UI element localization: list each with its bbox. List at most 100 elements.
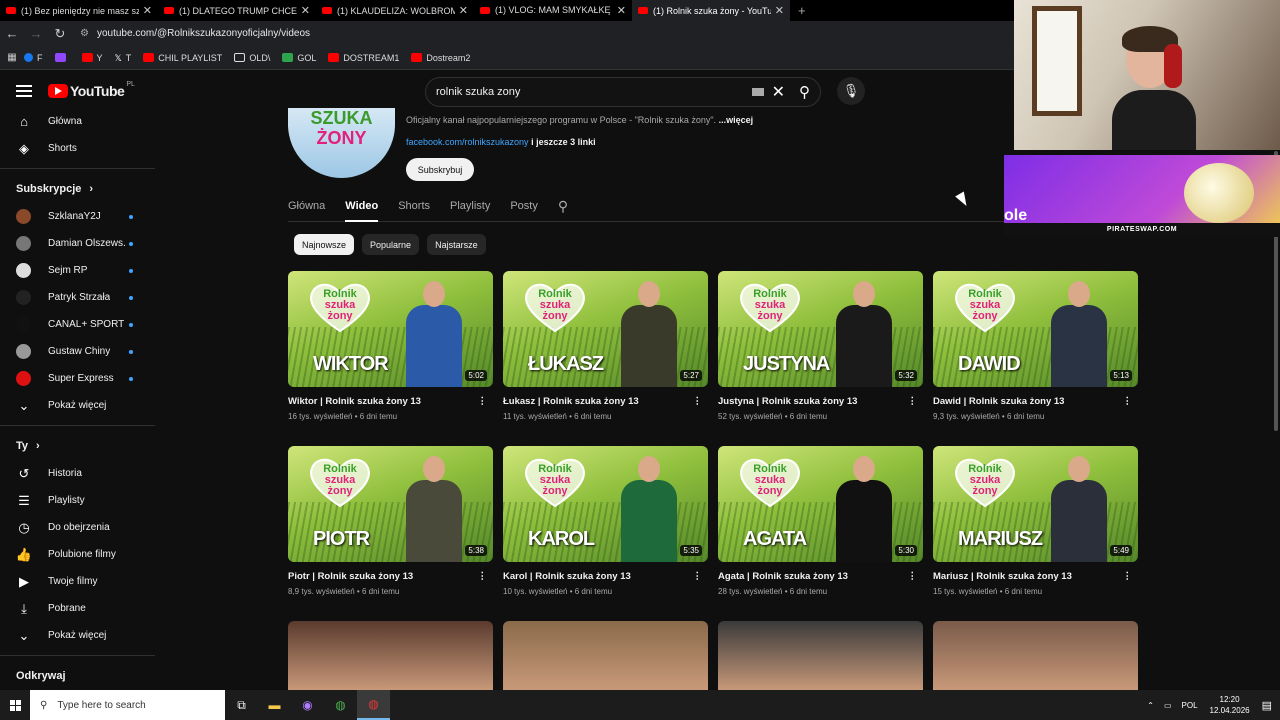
video-card[interactable]: Rolnik szuka żony AGATA 5:30 Agata | Rolnik s… [718, 446, 923, 596]
more-options-icon[interactable]: ⋮ [478, 571, 488, 582]
bookmark-facebook[interactable]: F [24, 53, 43, 63]
sort-chip[interactable]: Najstarsze [427, 234, 486, 255]
browser-tab[interactable]: (1) Rolnik szuka żony - YouTube ✕ [632, 0, 790, 21]
bookmark-dostream2[interactable]: Dostream2 [411, 53, 470, 63]
sidebar-item-shorts[interactable]: ◈ Shorts [0, 135, 155, 162]
video-title[interactable]: Wiktor | Rolnik szuka żony 13 [288, 396, 421, 407]
video-card[interactable]: Rolnik szuka żony PIOTR 5:38 Piotr | Rolnik s… [288, 446, 493, 596]
messenger-icon[interactable]: ◉ [291, 690, 324, 720]
back-icon[interactable]: ← [0, 26, 24, 41]
video-title[interactable]: Mariusz | Rolnik szuka żony 13 [933, 571, 1072, 582]
site-info-icon[interactable]: ⚙ [80, 28, 89, 39]
channel-links[interactable]: facebook.com/rolnikszukazony i jeszcze 3… [406, 137, 596, 147]
bookmark-dostream1[interactable]: DOSTREAM1 [328, 53, 399, 63]
video-thumbnail[interactable]: Rolnik szuka żony KAROL 5:35 [503, 446, 708, 562]
youtube-logo[interactable]: YouTube PL [48, 81, 135, 99]
video-card[interactable]: Rolnik szuka żony ŁUKASZ 5:27 Łukasz | Rolnik… [503, 271, 708, 421]
clear-search-icon[interactable]: ✕ [772, 82, 785, 102]
you-header[interactable]: Ty › [0, 432, 155, 460]
new-tab-button[interactable]: + [798, 3, 806, 18]
subscription-item[interactable]: Gustaw Chiny [0, 338, 155, 365]
tab-3[interactable]: Playlisty [450, 192, 490, 222]
video-thumbnail[interactable]: Rolnik szuka żony DAWID 5:13 [933, 271, 1138, 387]
video-card[interactable]: Rolnik szuka żony DAWID 5:13 Dawid | Rolnik s… [933, 271, 1138, 421]
more-options-icon[interactable]: ⋮ [478, 396, 488, 407]
tray-expand-icon[interactable]: ⌃ [1147, 701, 1154, 710]
reload-icon[interactable]: ↻ [48, 26, 72, 42]
url-field[interactable]: ⚙ youtube.com/@Rolnikszukazonyoficjalny/… [80, 28, 310, 39]
more-link[interactable]: ...więcej [719, 115, 754, 125]
menu-icon[interactable] [16, 85, 32, 97]
bookmark-gol[interactable]: GOL [282, 53, 316, 63]
language-indicator[interactable]: POL [1182, 701, 1198, 710]
sidebar-item-like[interactable]: 👍 Polubione filmy [0, 541, 155, 568]
more-options-icon[interactable]: ⋮ [693, 396, 703, 407]
close-tab-icon[interactable]: ✕ [459, 4, 468, 17]
video-title[interactable]: Piotr | Rolnik szuka żony 13 [288, 571, 413, 582]
browser-tab[interactable]: (1) Bez pieniędzy nie masz szans✕ [0, 0, 158, 21]
video-title[interactable]: Justyna | Rolnik szuka żony 13 [718, 396, 857, 407]
sidebar-item-chevron-down[interactable]: ⌄ Pokaż więcej [0, 622, 155, 649]
sidebar-item-playlist[interactable]: ☰ Playlisty [0, 487, 155, 514]
video-thumbnail[interactable] [718, 621, 923, 691]
bookmark-x[interactable]: 𝕏T [115, 53, 132, 64]
task-view-icon[interactable]: ⧉ [225, 690, 258, 720]
subscription-item[interactable]: Damian Olszews... [0, 230, 155, 257]
taskbar-search[interactable]: ⚲ Type here to search [30, 690, 225, 720]
more-options-icon[interactable]: ⋮ [1123, 571, 1133, 582]
video-thumbnail[interactable] [503, 621, 708, 691]
keyboard-icon[interactable] [751, 88, 764, 96]
video-title[interactable]: Karol | Rolnik szuka żony 13 [503, 571, 631, 582]
video-thumbnail[interactable] [288, 621, 493, 691]
subscription-item[interactable]: Patryk Strzała [0, 284, 155, 311]
channel-search-icon[interactable]: ⚲ [558, 192, 568, 222]
facebook-link[interactable]: facebook.com/rolnikszukazony [406, 137, 529, 147]
show-more-subscriptions[interactable]: ⌄ Pokaż więcej [0, 392, 155, 419]
channel-avatar[interactable]: SZUKA ŻONY [288, 108, 395, 178]
browser-tab[interactable]: (1) KLAUDELIZA: WOLBROMSKA✕ [316, 0, 474, 21]
more-links[interactable]: i jeszcze 3 linki [531, 137, 596, 147]
tab-0[interactable]: Główna [288, 192, 325, 222]
subscription-item[interactable]: CANAL+ SPORT [0, 311, 155, 338]
search-icon[interactable]: ⚲ [799, 83, 810, 101]
video-card[interactable]: Rolnik szuka żony WIKTOR 5:02 Wiktor | Rolnik… [288, 271, 493, 421]
sort-chip[interactable]: Najnowsze [294, 234, 355, 255]
more-options-icon[interactable]: ⋮ [1123, 396, 1133, 407]
tab-4[interactable]: Posty [510, 192, 538, 222]
video-thumbnail[interactable]: Rolnik szuka żony PIOTR 5:38 [288, 446, 493, 562]
subscription-item[interactable]: Super Express [0, 365, 155, 392]
sidebar-item-download[interactable]: ⤓ Pobrane [0, 595, 155, 622]
start-button[interactable] [0, 690, 30, 720]
chrome-icon[interactable]: ◍ [324, 690, 357, 720]
video-thumbnail[interactable]: Rolnik szuka żony WIKTOR 5:02 [288, 271, 493, 387]
sort-chip[interactable]: Popularne [362, 234, 420, 255]
tab-1[interactable]: Wideo [345, 192, 379, 222]
video-title[interactable]: Łukasz | Rolnik szuka żony 13 [503, 396, 639, 407]
bookmark-folder-old[interactable]: OLD\ [234, 53, 270, 63]
search-box[interactable]: rolnik szuka zony ✕ ⚲ [425, 77, 821, 107]
more-options-icon[interactable]: ⋮ [908, 396, 918, 407]
video-title[interactable]: Agata | Rolnik szuka żony 13 [718, 571, 848, 582]
subscription-item[interactable]: Sejm RP [0, 257, 155, 284]
voice-search-button[interactable]: 🎙 [837, 77, 865, 105]
chrome-active-icon[interactable]: ◍ [357, 690, 390, 720]
search-input[interactable]: rolnik szuka zony [436, 86, 752, 98]
close-tab-icon[interactable]: ✕ [617, 4, 626, 17]
close-tab-icon[interactable]: ✕ [775, 4, 784, 17]
video-thumbnail[interactable]: Rolnik szuka żony MARIUSZ 5:49 [933, 446, 1138, 562]
sidebar-item-watch-later[interactable]: ◷ Do obejrzenia [0, 514, 155, 541]
forward-icon[interactable]: → [24, 26, 48, 41]
channel-description[interactable]: Oficjalny kanał najpopularniejszego prog… [406, 115, 753, 125]
clock[interactable]: 12:20 12.04.2026 [1210, 694, 1250, 716]
network-icon[interactable]: ▭ [1164, 701, 1172, 710]
subscribe-button[interactable]: Subskrybuj [406, 158, 474, 181]
file-explorer-icon[interactable]: ▬ [258, 690, 291, 720]
more-options-icon[interactable]: ⋮ [693, 571, 703, 582]
tab-2[interactable]: Shorts [398, 192, 430, 222]
video-title[interactable]: Dawid | Rolnik szuka żony 13 [933, 396, 1064, 407]
sidebar-item-history[interactable]: ↺ Historia [0, 460, 155, 487]
video-card[interactable]: Rolnik szuka żony JUSTYNA 5:32 Justyna | Roln… [718, 271, 923, 421]
bookmark-chil-playlist[interactable]: CHIL PLAYLIST [143, 53, 222, 63]
sidebar-item-home[interactable]: ⌂ Główna [0, 108, 155, 135]
close-tab-icon[interactable]: ✕ [143, 4, 152, 17]
